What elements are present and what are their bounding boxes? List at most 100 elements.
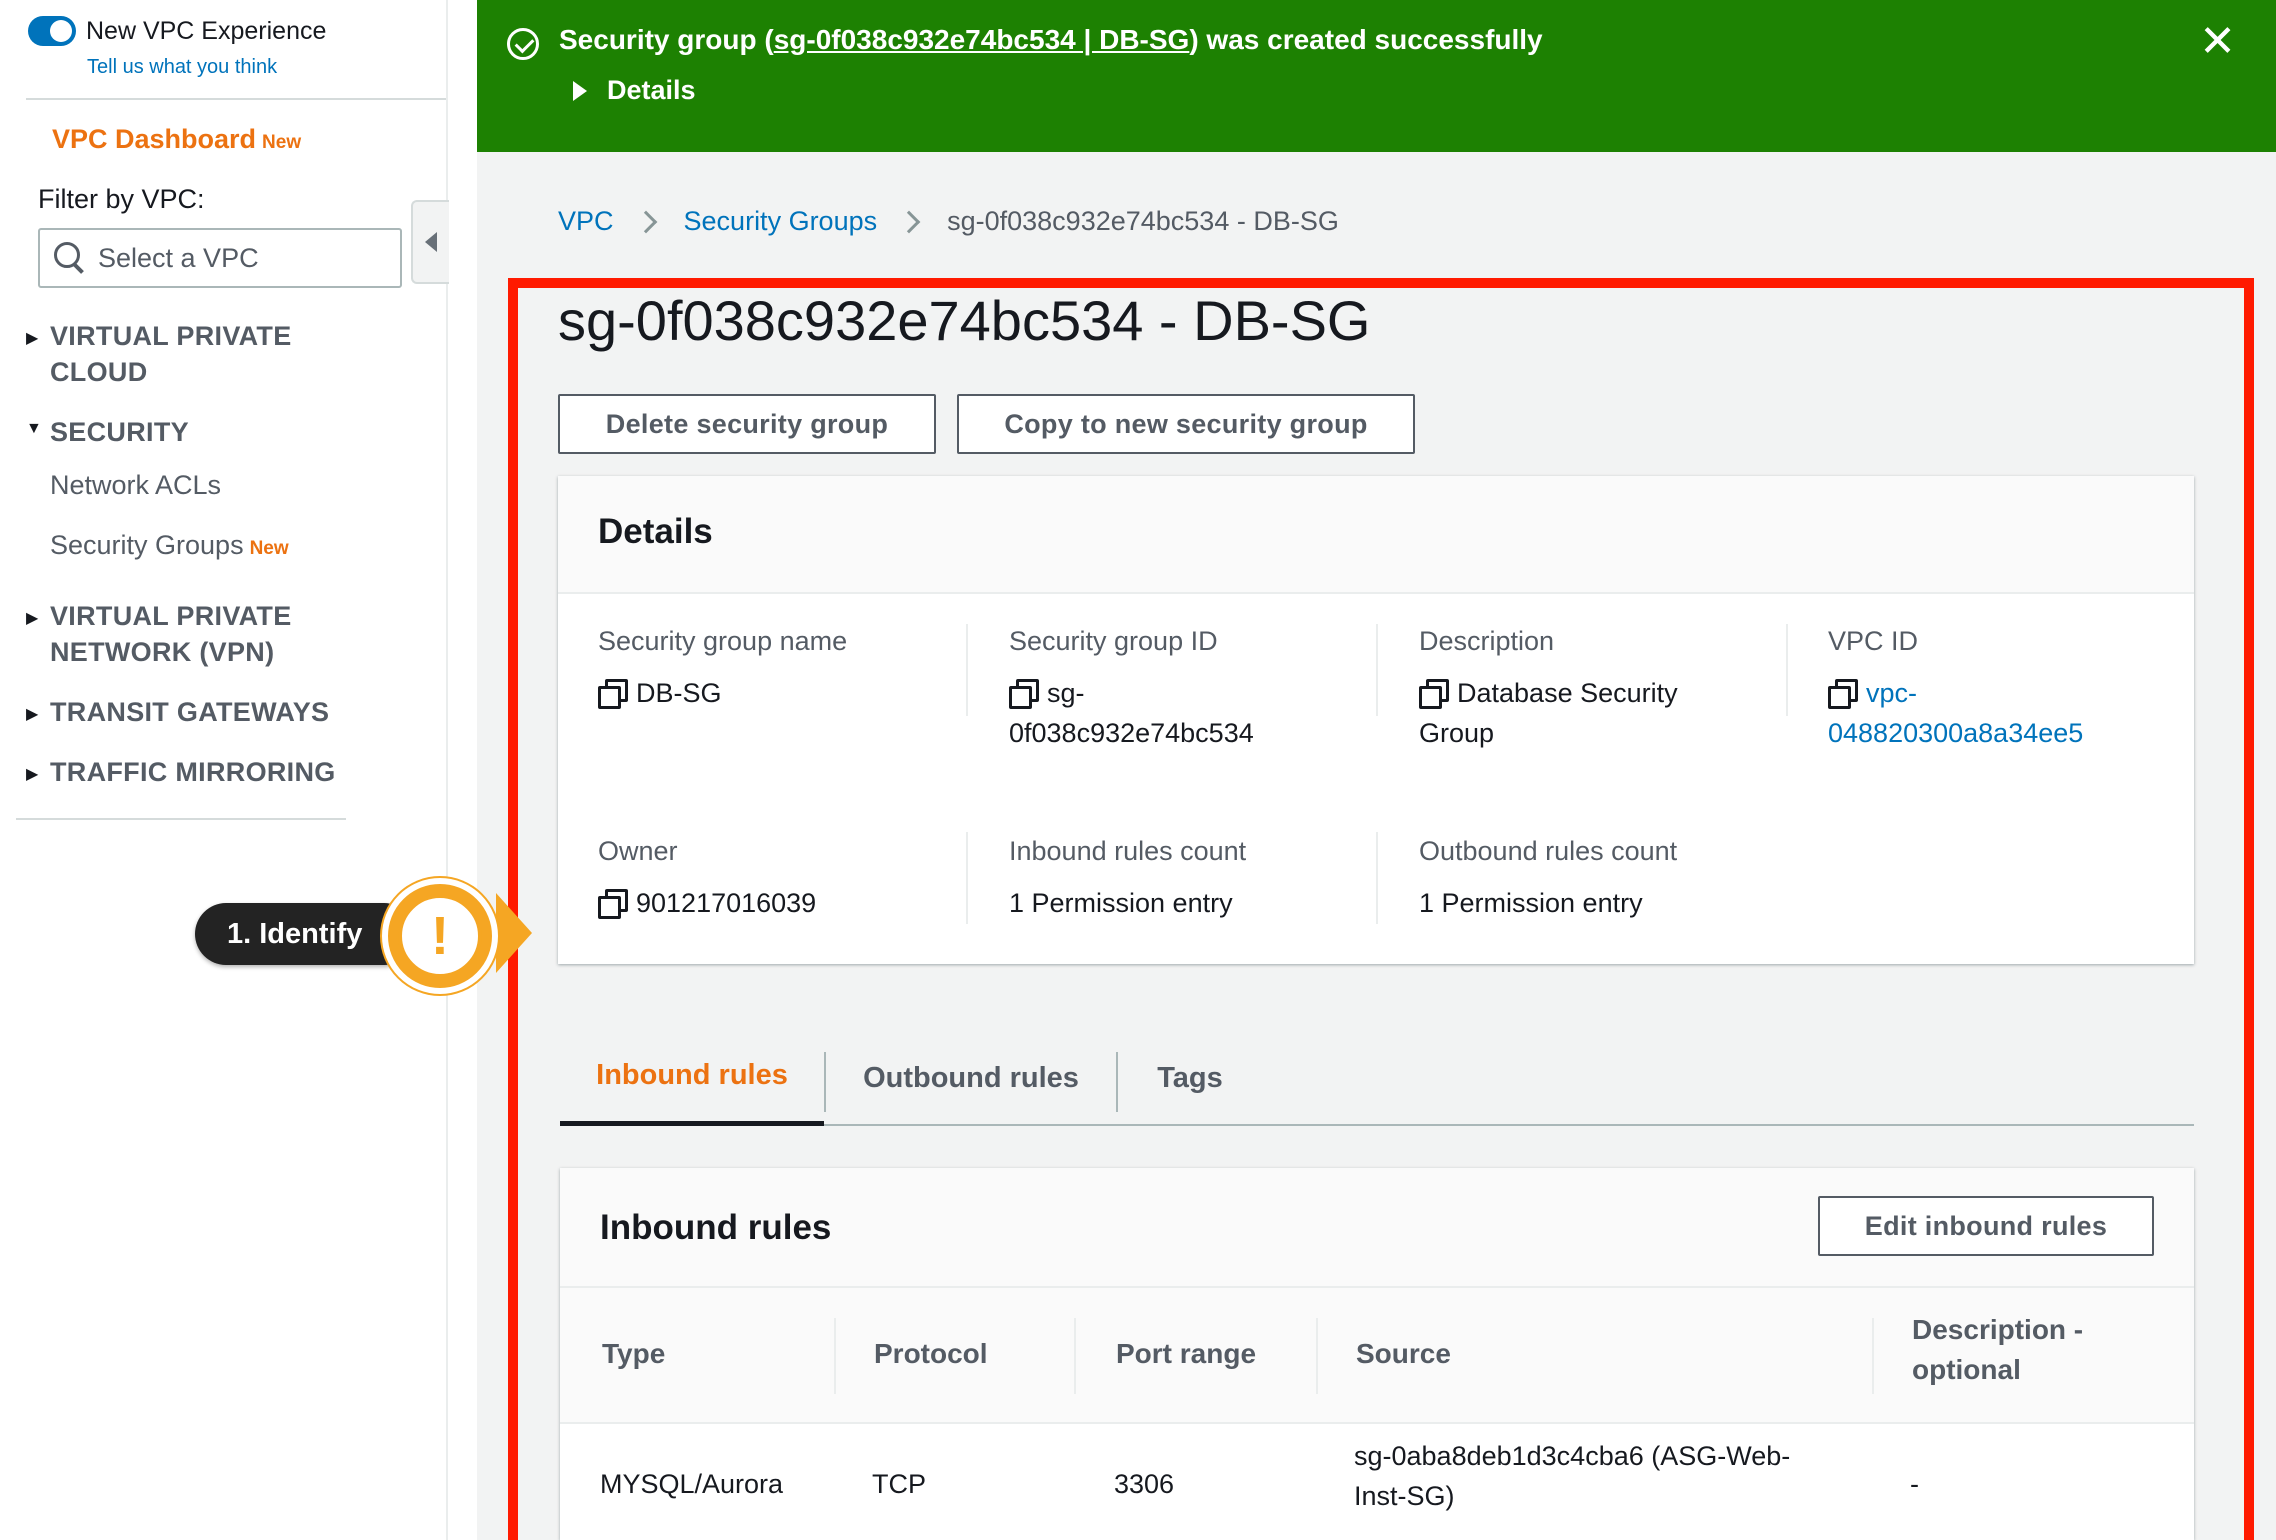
column-header-type[interactable]: Type — [602, 1334, 665, 1374]
tab-outbound-rules[interactable]: Outbound rules — [826, 1030, 1116, 1126]
column-header-label: optional — [1912, 1354, 2021, 1385]
column-header-label: Description - — [1912, 1314, 2084, 1345]
caret-down-icon: ▼ — [26, 420, 42, 437]
kv-label: Description — [1419, 626, 1555, 656]
page-title: sg-0f038c932e74bc534 - DB-SG — [558, 289, 1371, 352]
edit-inbound-rules-button[interactable]: Edit inbound rules — [1818, 1196, 2154, 1256]
details-card-header: Details — [558, 476, 2194, 594]
inbound-rules-card: Inbound rules Edit inbound rules Type Pr… — [560, 1168, 2194, 1540]
column-header-description[interactable]: Description - optional — [1912, 1310, 2083, 1390]
feedback-link[interactable]: Tell us what you think — [87, 56, 277, 79]
kv-owner: Owner 901217016039 — [598, 836, 816, 923]
new-badge: New — [249, 538, 289, 559]
table-header-row: Type Protocol Port range Source Descript… — [560, 1288, 2194, 1424]
success-check-icon — [507, 28, 539, 60]
column-divider — [1376, 624, 1378, 716]
caret-right-icon: ▶ — [26, 766, 39, 783]
vpc-id-link[interactable]: vpc- — [1866, 678, 1917, 708]
kv-inbound-rules-count: Inbound rules count 1 Permission entry — [1009, 836, 1246, 923]
tab-inbound-rules[interactable]: Inbound rules — [560, 1030, 824, 1126]
column-divider — [966, 624, 968, 716]
inbound-rules-title: Inbound rules — [600, 1208, 832, 1247]
exclamation-icon: ! — [398, 894, 482, 978]
kv-value: 1 Permission entry — [1009, 888, 1233, 918]
inbound-rules-header: Inbound rules Edit inbound rules — [560, 1168, 2194, 1288]
new-vpc-experience-label: New VPC Experience — [86, 16, 327, 45]
sidebar-divider — [16, 818, 346, 820]
kv-value: Group — [1419, 718, 1495, 748]
nav-section-vpn[interactable]: ▶ VIRTUAL PRIVATE NETWORK (VPN) — [26, 598, 292, 670]
caret-right-icon — [573, 80, 587, 101]
copy-to-new-security-group-button[interactable]: Copy to new security group — [957, 394, 1415, 454]
caret-right-icon: ▶ — [26, 330, 39, 347]
kv-value: 901217016039 — [636, 888, 817, 918]
sidebar-item-network-acls[interactable]: Network ACLs — [50, 470, 221, 501]
breadcrumb-vpc[interactable]: VPC — [558, 206, 614, 237]
success-flash-banner: Security group (sg-0f038c932e74bc534 | D… — [477, 0, 2276, 152]
kv-label: VPC ID — [1828, 626, 1919, 656]
nav-section-title: VIRTUAL PRIVATE — [50, 321, 292, 351]
new-vpc-experience-row[interactable]: New VPC Experience — [28, 16, 326, 46]
flash-message: Security group (sg-0f038c932e74bc534 | D… — [559, 24, 1543, 56]
details-card: Details Security group name DB-SG Securi… — [558, 476, 2194, 964]
kv-label: Security group name — [598, 626, 848, 656]
collapse-sidebar-button[interactable] — [411, 200, 449, 284]
copy-icon[interactable] — [1009, 679, 1039, 709]
copy-icon[interactable] — [1419, 679, 1449, 709]
kv-label: Owner — [598, 836, 678, 866]
cell-source-line: sg-0aba8deb1d3c4cba6 (ASG-Web- — [1354, 1441, 1791, 1471]
cell-protocol: TCP — [872, 1469, 926, 1499]
column-divider — [834, 1318, 836, 1394]
kv-outbound-rules-count: Outbound rules count 1 Permission entry — [1419, 836, 1677, 923]
cell-port-range: 3306 — [1114, 1469, 1175, 1499]
nav-section-security[interactable]: ▼ SECURITY — [26, 414, 189, 450]
table-row: MYSQL/Aurora TCP 3306 sg-0aba8deb1d3c4cb… — [560, 1426, 2194, 1540]
kv-security-group-name: Security group name DB-SG — [598, 626, 847, 713]
close-icon[interactable]: ✕ — [2199, 20, 2236, 64]
new-vpc-experience-toggle[interactable] — [28, 16, 76, 46]
column-header-port-range[interactable]: Port range — [1116, 1334, 1256, 1374]
kv-label: Security group ID — [1009, 626, 1218, 656]
kv-label: Outbound rules count — [1419, 836, 1678, 866]
tab-tags[interactable]: Tags — [1118, 1030, 1262, 1126]
security-group-tabs: Inbound rules Outbound rules Tags — [560, 1030, 2194, 1126]
kv-vpc-id: VPC ID vpc- 048820300a8a34ee5 — [1828, 626, 2083, 753]
copy-icon[interactable] — [598, 889, 628, 919]
kv-value: DB-SG — [636, 678, 722, 708]
details-title: Details — [598, 512, 713, 551]
security-groups-label: Security Groups — [50, 530, 244, 560]
new-badge: New — [262, 132, 302, 153]
column-divider — [1376, 832, 1378, 924]
flash-message-prefix: Security group ( — [559, 24, 774, 55]
cell-source-line: Inst-SG) — [1354, 1481, 1455, 1511]
flash-details-toggle[interactable]: Details — [573, 75, 696, 106]
cell-type: MYSQL/Aurora — [600, 1469, 784, 1499]
breadcrumb-security-groups[interactable]: Security Groups — [684, 206, 878, 237]
vpc-select[interactable]: Select a VPC — [38, 228, 402, 288]
kv-security-group-id: Security group ID sg- 0f038c932e74bc534 — [1009, 626, 1254, 753]
column-divider — [966, 832, 968, 924]
nav-section-virtual-private-cloud[interactable]: ▶ VIRTUAL PRIVATE CLOUD — [26, 318, 292, 390]
delete-security-group-button[interactable]: Delete security group — [558, 394, 936, 454]
sidebar-divider — [26, 98, 446, 100]
copy-icon[interactable] — [598, 679, 628, 709]
nav-section-transit-gateways[interactable]: ▶ TRANSIT GATEWAYS — [26, 694, 329, 730]
callout-pointer — [496, 893, 532, 973]
vpc-id-link[interactable]: 048820300a8a34ee5 — [1828, 718, 2083, 748]
flash-details-label: Details — [607, 75, 696, 105]
nav-section-traffic-mirroring[interactable]: ▶ TRAFFIC MIRRORING — [26, 754, 336, 790]
nav-section-title: SECURITY — [50, 417, 189, 447]
copy-icon[interactable] — [1828, 679, 1858, 709]
nav-section-title: VIRTUAL PRIVATE — [50, 601, 292, 631]
kv-value: Database Security — [1457, 678, 1678, 708]
chevron-right-icon — [634, 210, 657, 233]
column-divider — [1074, 1318, 1076, 1394]
column-header-source[interactable]: Source — [1356, 1334, 1451, 1374]
sidebar: New VPC Experience Tell us what you thin… — [0, 0, 449, 1540]
flash-security-group-link[interactable]: sg-0f038c932e74bc534 | DB-SG — [774, 24, 1190, 55]
cell-source: sg-0aba8deb1d3c4cba6 (ASG-Web- Inst-SG) — [1354, 1436, 1790, 1516]
sidebar-item-security-groups[interactable]: Security Groups New — [50, 530, 289, 561]
nav-section-title: TRAFFIC MIRRORING — [50, 757, 336, 787]
sidebar-item-vpc-dashboard[interactable]: VPC Dashboard New — [52, 124, 301, 155]
column-header-protocol[interactable]: Protocol — [874, 1334, 988, 1374]
